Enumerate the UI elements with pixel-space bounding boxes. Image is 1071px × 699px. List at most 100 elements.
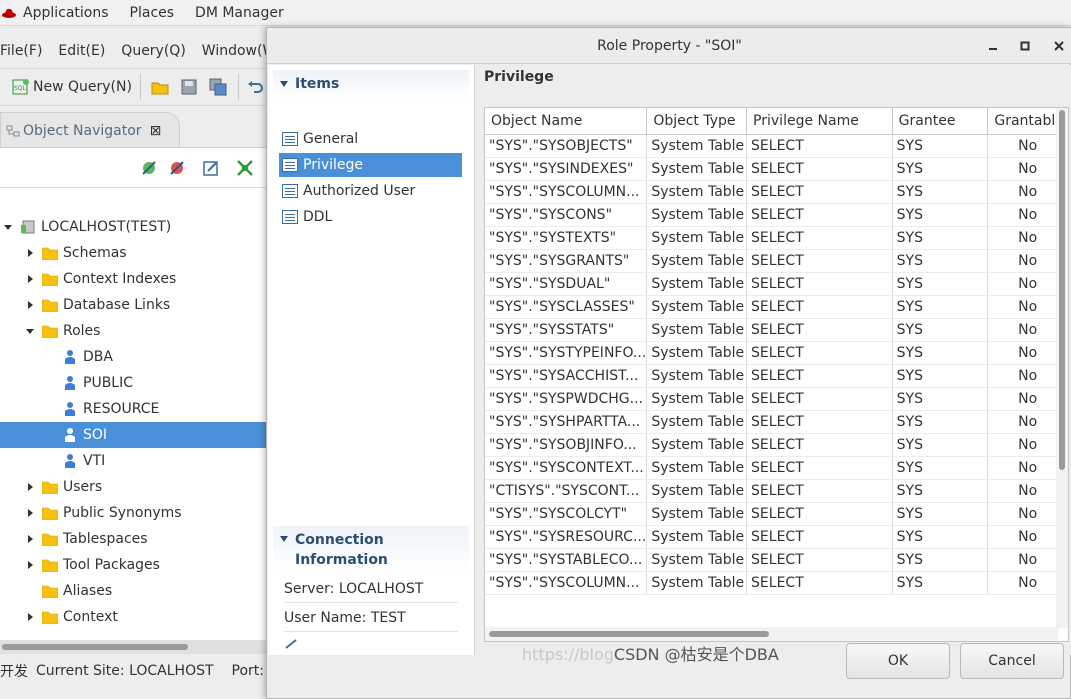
cell-grantee: SYS xyxy=(892,364,989,388)
collapsed-arrow-icon[interactable] xyxy=(25,612,35,622)
tree-node[interactable]: Schemas xyxy=(0,240,268,266)
save-icon[interactable] xyxy=(180,78,198,96)
tree-node[interactable]: Context Indexes xyxy=(0,266,268,292)
table-row[interactable]: "SYS"."SYSCOLUMN... System Table SELECT SYS… xyxy=(485,180,1068,204)
item-ddl[interactable]: DDL xyxy=(279,205,462,229)
tree-node[interactable]: RESOURCE xyxy=(0,396,268,422)
collapsed-arrow-icon[interactable] xyxy=(25,274,35,284)
table-row[interactable]: "SYS"."SYSOBJINFO... System Table SELECT SY… xyxy=(485,433,1068,457)
expanded-arrow-icon[interactable] xyxy=(25,326,35,336)
table-row[interactable]: "SYS"."SYSINDEXES" System Table SELECT SYS N… xyxy=(485,157,1068,181)
redhat-logo-icon[interactable] xyxy=(2,6,16,20)
collapsed-arrow-icon[interactable] xyxy=(25,300,35,310)
edit-icon[interactable] xyxy=(202,159,220,177)
table-row[interactable]: "SYS"."SYSHPARTTA... System Table SELECT SY… xyxy=(485,410,1068,434)
folder-icon xyxy=(42,585,58,598)
connection-section-header[interactable]: Connection Information xyxy=(273,526,469,572)
column-header-privilege-name[interactable]: Privilege Name xyxy=(746,108,893,135)
tree-node[interactable]: Public Synonyms xyxy=(0,500,268,526)
tree-node[interactable]: Roles xyxy=(0,318,268,344)
table-row[interactable]: "SYS"."SYSCONTEXT... System Table SELECT SY… xyxy=(485,456,1068,480)
column-header-object-type[interactable]: Object Type xyxy=(646,108,748,135)
table-horizontal-scrollbar[interactable] xyxy=(485,627,1058,641)
status-bar: 开发 Current Site: LOCALHOST Port: 52 xyxy=(0,656,268,686)
table-row[interactable]: "SYS"."SYSCLASSES" System Table SELECT SYS N… xyxy=(485,295,1068,319)
folder-icon xyxy=(42,247,58,260)
expanded-arrow-icon[interactable] xyxy=(3,222,13,232)
applications-menu[interactable]: Applications xyxy=(23,5,130,21)
disconnect-icon[interactable] xyxy=(168,159,186,177)
dm-manager-menu[interactable]: DM Manager xyxy=(195,5,305,21)
tree-node[interactable]: VTI xyxy=(0,448,268,474)
tree-node[interactable]: Users xyxy=(0,474,268,500)
cell-privilege-name: SELECT xyxy=(746,249,893,273)
table-row[interactable]: "SYS"."SYSDUAL" System Table SELECT SYS No xyxy=(485,272,1068,296)
collapsed-arrow-icon[interactable] xyxy=(25,534,35,544)
database-icon xyxy=(21,220,35,234)
item-general[interactable]: General xyxy=(279,127,462,151)
table-row[interactable]: "SYS"."SYSCONS" System Table SELECT SYS No xyxy=(485,203,1068,227)
table-row[interactable]: "SYS"."SYSPWDCHG... System Table SELECT SYS… xyxy=(485,387,1068,411)
folder-icon xyxy=(42,533,58,546)
tree-node[interactable]: LOCALHOST(TEST) xyxy=(0,214,268,240)
dialog-titlebar[interactable]: Role Property - "SOI" xyxy=(267,28,1071,64)
collapsed-arrow-icon[interactable] xyxy=(25,482,35,492)
places-menu[interactable]: Places xyxy=(130,5,196,21)
connect-icon[interactable] xyxy=(140,159,158,177)
cell-privilege-name: SELECT xyxy=(746,456,893,480)
ok-button[interactable]: OK xyxy=(846,643,950,679)
items-section-header[interactable]: Items xyxy=(273,70,469,98)
table-row[interactable]: "SYS"."SYSACCHIST... System Table SELECT SY… xyxy=(485,364,1068,388)
cell-privilege-name: SELECT xyxy=(746,479,893,503)
tree-node-label: Context Indexes xyxy=(63,271,177,287)
maximize-icon[interactable] xyxy=(1015,36,1035,56)
cell-grantee: SYS xyxy=(892,456,989,480)
table-row[interactable]: "SYS"."SYSRESOURC... System Table SELECT SY… xyxy=(485,525,1068,549)
tree-node[interactable]: PUBLIC xyxy=(0,370,268,396)
minimize-icon[interactable] xyxy=(983,36,1003,56)
tree-node[interactable]: SOI xyxy=(0,422,268,448)
tree-node[interactable]: DBA xyxy=(0,344,268,370)
table-row[interactable]: "SYS"."SYSTYPEINFO... System Table SELECT S… xyxy=(485,341,1068,365)
close-tab-icon[interactable]: ⊠ xyxy=(150,123,162,139)
tree-node-label: Database Links xyxy=(63,297,171,313)
close-icon[interactable] xyxy=(1049,36,1069,56)
column-header-grantee[interactable]: Grantee xyxy=(892,108,989,135)
table-row[interactable]: "SYS"."SYSCOLCYT" System Table SELECT SYS No xyxy=(485,502,1068,526)
table-row[interactable]: "SYS"."SYSSTATS" System Table SELECT SYS No xyxy=(485,318,1068,342)
object-navigator-tab[interactable]: Object Navigator ⊠ xyxy=(0,112,180,148)
table-row[interactable]: "SYS"."SYSCOLUMN... System Table SELECT SYS… xyxy=(485,571,1068,595)
navigator-horizontal-scrollbar[interactable] xyxy=(0,640,268,654)
tree-node[interactable]: Tablespaces xyxy=(0,526,268,552)
cell-object-name: "SYS"."SYSCONS" xyxy=(485,203,648,227)
menu-file[interactable]: File(F) xyxy=(0,43,42,59)
table-row[interactable]: "SYS"."SYSGRANTS" System Table SELECT SYS No xyxy=(485,249,1068,273)
collapse-triangle-icon xyxy=(280,536,288,542)
item-authorized-user[interactable]: Authorized User xyxy=(279,179,462,203)
table-vertical-scrollbar[interactable] xyxy=(1056,108,1068,628)
table-row[interactable]: "CTISYS"."SYSCONT... System Table SELECT SY… xyxy=(485,479,1068,503)
collapsed-arrow-icon[interactable] xyxy=(25,248,35,258)
menu-query[interactable]: Query(Q) xyxy=(121,43,186,59)
open-folder-icon[interactable] xyxy=(151,78,169,96)
collapsed-arrow-icon[interactable] xyxy=(25,560,35,570)
item-privilege[interactable]: Privilege xyxy=(279,153,462,177)
tree-node[interactable]: Context xyxy=(0,604,268,630)
cell-object-name: "SYS"."SYSGRANTS" xyxy=(485,249,648,273)
column-header-object-name[interactable]: Object Name xyxy=(485,108,648,135)
undo-icon[interactable] xyxy=(247,78,265,96)
table-row[interactable]: "SYS"."SYSTABLECO... System Table SELECT SY… xyxy=(485,548,1068,572)
save-all-icon[interactable] xyxy=(209,78,227,96)
collapsed-arrow-icon[interactable] xyxy=(25,508,35,518)
menu-edit[interactable]: Edit(E) xyxy=(58,43,105,59)
expand-all-icon[interactable] xyxy=(236,159,254,177)
new-query-button[interactable]: SQL New Query(N) xyxy=(12,78,132,96)
tree-node[interactable]: Aliases xyxy=(0,578,268,604)
tree-node[interactable]: Tool Packages xyxy=(0,552,268,578)
tree-node-label: Users xyxy=(63,479,103,495)
tree-node[interactable]: Database Links xyxy=(0,292,268,318)
cell-object-name: "SYS"."SYSTABLECO... xyxy=(485,548,648,572)
table-row[interactable]: "SYS"."SYSOBJECTS" System Table SELECT SYS N… xyxy=(485,134,1068,158)
cancel-button[interactable]: Cancel xyxy=(960,643,1064,679)
table-row[interactable]: "SYS"."SYSTEXTS" System Table SELECT SYS No xyxy=(485,226,1068,250)
